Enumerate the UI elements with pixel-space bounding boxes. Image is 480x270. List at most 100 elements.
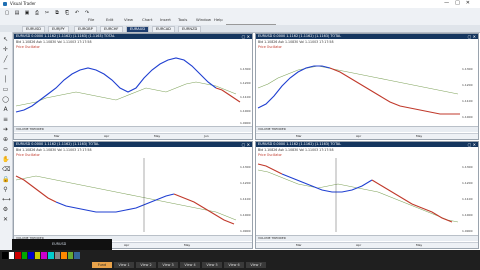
volume-label: VOLUME TRENDER <box>16 127 44 131</box>
x-axis: Mar Apr May <box>256 133 478 139</box>
delete-icon[interactable]: ✕ <box>2 216 9 223</box>
x-tick: May <box>416 243 423 247</box>
symbol-tabs: EURUSD EURJPY EURGBP EURCHF EURAUD EURCA… <box>0 25 480 33</box>
chart-quote: Bid 1.10826 Ask 1.10830 Vol 1.11003 17:1… <box>16 148 92 152</box>
tab-eurchf[interactable]: EURCHF <box>100 26 123 32</box>
magnet-icon[interactable]: ⚲ <box>2 186 9 193</box>
chart-header: EURUSD 0.0000 1.1162 (1.1162) (1.1163) (… <box>14 34 252 39</box>
x-tick: Mar <box>54 134 60 138</box>
new-icon[interactable]: ▢ <box>3 9 11 16</box>
ticker-label: EURUSD <box>52 242 67 246</box>
settings-icon[interactable]: ⚙ <box>2 206 9 213</box>
rectangle-icon[interactable]: ▭ <box>2 86 9 93</box>
y-tick: 1.1300 <box>240 67 251 71</box>
chart-window-controls[interactable]: ▢ ✕ <box>468 34 476 39</box>
cursor-icon[interactable]: ↖ <box>2 36 9 43</box>
cut-icon[interactable]: ✂ <box>43 9 51 16</box>
undo-icon[interactable]: ↶ <box>73 9 81 16</box>
volume-label: VOLUME TRENDER <box>258 236 286 240</box>
tab-eurjpy[interactable]: EURJPY <box>48 26 69 32</box>
lock-icon[interactable]: 🔒 <box>2 176 9 183</box>
tab-eurcad[interactable]: EURCAD <box>152 26 175 32</box>
drawing-toolbar: ↖ ✛ ╱ ─ │ ▭ ◯ A ≡ ➔ ⊕ ⊖ ✋ ⌫ 🔒 ⚲ ⟷ ⚙ ✕ <box>0 32 13 250</box>
workspace-tab-3[interactable]: View 3 <box>158 262 178 268</box>
vertical-line-icon[interactable]: │ <box>2 76 9 83</box>
menu-window[interactable]: Window <box>196 17 211 22</box>
x-tick: Mar <box>296 243 302 247</box>
fibonacci-icon[interactable]: ≡ <box>2 116 9 123</box>
menu-edit[interactable]: Edit <box>106 17 113 22</box>
price-series <box>15 81 237 107</box>
menu-insert[interactable]: Insert <box>160 17 171 22</box>
measure-icon[interactable]: ⟷ <box>2 196 11 203</box>
print-icon[interactable]: ⎙ <box>33 9 41 16</box>
y-tick: 1.1100 <box>462 99 473 103</box>
chart-panel-3[interactable]: EURUSD 0.0000 1.1162 (1.1162) (1.1163) T… <box>13 141 253 249</box>
y-tick: 1.1200 <box>462 181 473 185</box>
redo-icon[interactable]: ↷ <box>83 9 91 16</box>
chart-canvas: 1.1300 1.1200 1.1100 1.1000 1.0900 <box>15 57 251 125</box>
workspace-tab-fund[interactable]: Fund <box>92 262 112 268</box>
menu-file[interactable]: File <box>88 17 94 22</box>
workspace-tab-1[interactable]: View 1 <box>114 262 134 268</box>
x-tick: May <box>154 134 161 138</box>
y-tick: 1.1300 <box>462 165 473 169</box>
y-tick: 1.1300 <box>240 165 251 169</box>
chart-panel-2[interactable]: EURUSD 0.0000 1.1162 (1.1162) (1.1163) T… <box>255 33 479 140</box>
open-icon[interactable]: ▤ <box>13 9 21 16</box>
arrow-icon[interactable]: ➔ <box>2 126 9 133</box>
chart-panel-1[interactable]: EURUSD 0.0000 1.1162 (1.1162) (1.1163) (… <box>13 33 253 140</box>
x-tick: Apr <box>356 134 362 138</box>
chart-canvas: 1.1300 1.1200 1.1100 1.1000 <box>257 65 473 119</box>
horizontal-line-icon[interactable]: ─ <box>2 66 9 73</box>
y-tick: 1.1000 <box>240 109 251 113</box>
eraser-icon[interactable]: ⌫ <box>2 166 10 173</box>
paste-icon[interactable]: ⎗ <box>63 9 71 16</box>
tab-eurusd[interactable]: EURUSD <box>22 26 46 32</box>
workspace-tab-4[interactable]: View 4 <box>180 262 200 268</box>
tab-eurgbp[interactable]: EURGBP <box>74 26 97 32</box>
x-axis: Mar Apr May Jun <box>14 133 252 139</box>
menu-view[interactable]: View <box>124 17 133 22</box>
chart-window-controls[interactable]: ▢ ✕ <box>468 142 476 147</box>
x-tick: Apr <box>124 243 130 247</box>
volume-pane: VOLUME TRENDER <box>256 235 478 241</box>
tab-eurnzd[interactable]: EURNZD <box>178 26 202 32</box>
zoom-in-icon[interactable]: ⊕ <box>2 136 9 143</box>
chart-quote: Bid 1.10826 Ask 1.10830 Vol 1.11003 17:1… <box>258 40 334 44</box>
text-icon[interactable]: A <box>2 106 9 113</box>
y-tick: 1.0900 <box>240 229 251 233</box>
menu-tools[interactable]: Tools <box>178 17 187 22</box>
menu-chart[interactable]: Chart <box>142 17 152 22</box>
chart-panel-4[interactable]: EURUSD 0.0000 1.1162 (1.1162) (1.1163) T… <box>255 141 479 249</box>
ellipse-icon[interactable]: ◯ <box>2 96 9 103</box>
chart-window-controls[interactable]: ▢ ✕ <box>242 34 250 39</box>
hand-icon[interactable]: ✋ <box>2 156 9 163</box>
menu-help[interactable]: Help <box>214 17 223 22</box>
bottom-bar: Fund View 1 View 2 View 3 View 4 View 5 … <box>0 250 480 270</box>
x-tick: Apr <box>104 134 110 138</box>
trendline-icon[interactable]: ╱ <box>2 56 9 63</box>
zoom-out-icon[interactable]: ⊖ <box>2 146 9 153</box>
workspace-tab-7[interactable]: View 7 <box>246 262 266 268</box>
window-controls[interactable]: —□✕ <box>444 0 476 6</box>
crosshair-icon[interactable]: ✛ <box>2 46 9 53</box>
x-tick: Apr <box>356 243 362 247</box>
main-toolbar: ▢ ▤ ▣ ⎙ ✂ ⧉ ⎗ ↶ ↷ File Edit View Chart I… <box>0 8 480 30</box>
chart-window-controls[interactable]: ▢ ✕ <box>242 142 250 147</box>
blue-oscillator <box>55 193 175 213</box>
red-oscillator <box>215 87 241 103</box>
workspace-tab-6[interactable]: View 6 <box>224 262 244 268</box>
tab-euraud[interactable]: EURAUD <box>126 26 150 32</box>
save-icon[interactable]: ▣ <box>23 9 31 16</box>
color-palette[interactable] <box>2 252 80 259</box>
x-tick: May <box>416 134 423 138</box>
workspace-tab-2[interactable]: View 2 <box>136 262 156 268</box>
app-title: Visual Trader <box>10 1 36 6</box>
x-tick: Mar <box>296 134 302 138</box>
y-tick: 1.1000 <box>462 115 473 119</box>
red-oscillator <box>329 67 460 115</box>
red-oscillator <box>371 179 453 223</box>
copy-icon[interactable]: ⧉ <box>53 9 61 16</box>
workspace-tab-5[interactable]: View 5 <box>202 262 222 268</box>
